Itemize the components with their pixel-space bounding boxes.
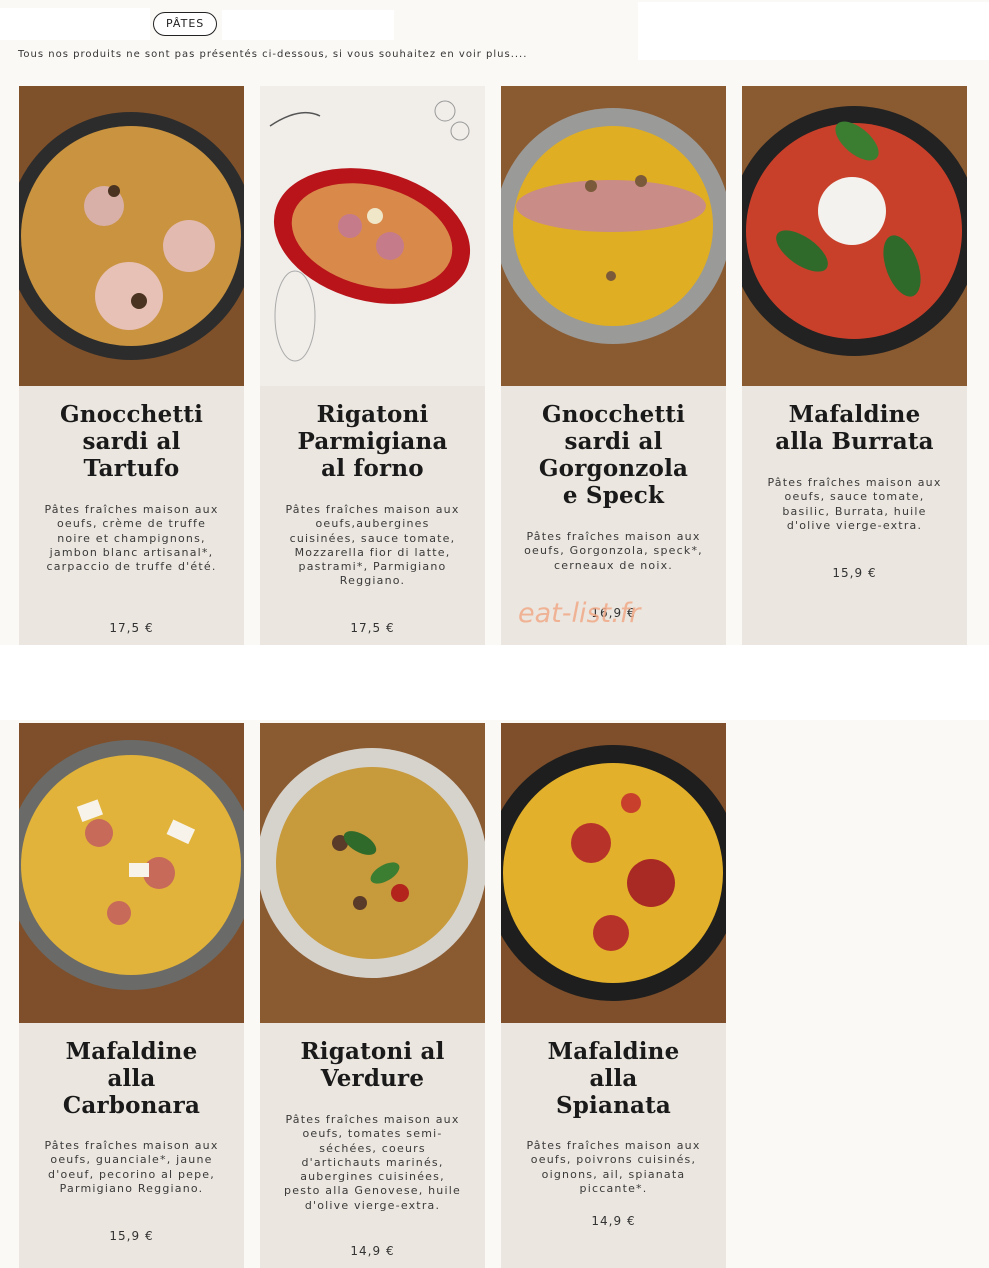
category-tab-pates[interactable]: PÂTES [153, 12, 218, 36]
product-card[interactable]: Mafaldine alla Spianata Pâtes fraîches m… [501, 723, 726, 1268]
product-name: Gnocchetti sardi al Tartufo [59, 401, 204, 482]
product-name: Rigatoni Parmigiana al forno [297, 401, 448, 482]
product-card[interactable]: Gnocchetti sardi al Gorgonzola e Speck P… [501, 86, 726, 645]
product-card[interactable]: Rigatoni Parmigiana al forno Pâtes fraîc… [260, 86, 485, 645]
product-card[interactable]: Gnocchetti sardi al Tartufo Pâtes fraîch… [19, 86, 244, 645]
product-card[interactable]: Mafaldine alla Burrata Pâtes fraîches ma… [742, 86, 967, 645]
product-description: Pâtes fraîches maison aux oeufs, poivron… [526, 1139, 701, 1195]
product-name: Mafaldine alla Carbonara [62, 1038, 201, 1119]
product-photo [501, 86, 726, 386]
product-photo [19, 86, 244, 386]
blank-panel [638, 2, 989, 60]
product-name: Rigatoni al Verdure [300, 1038, 445, 1092]
product-description: Pâtes fraîches maison aux oeufs,aubergin… [285, 503, 460, 588]
product-description: Pâtes fraîches maison aux oeufs, Gorgonz… [524, 530, 703, 572]
product-price: 15,9 € [109, 1229, 154, 1243]
product-card[interactable]: Rigatoni al Verdure Pâtes fraîches maiso… [260, 723, 485, 1268]
product-photo [19, 723, 244, 1023]
product-name: Mafaldine alla Spianata [547, 1038, 680, 1119]
product-photo [260, 723, 485, 1023]
product-card[interactable]: Mafaldine alla Carbonara Pâtes fraîches … [19, 723, 244, 1268]
product-name: Gnocchetti sardi al Gorgonzola e Speck [538, 401, 689, 509]
product-price: 15,9 € [832, 566, 877, 580]
product-description: Pâtes fraîches maison aux oeufs, guancia… [44, 1139, 219, 1195]
product-photo [260, 86, 485, 386]
product-photo [501, 723, 726, 1023]
product-price: 14,9 € [350, 1244, 395, 1258]
blank-panel [0, 8, 150, 40]
product-name: Mafaldine alla Burrata [775, 401, 934, 455]
watermark-text: eat-list.fr [518, 598, 641, 629]
product-description: Pâtes fraîches maison aux oeufs, crème d… [44, 503, 219, 574]
product-description: Pâtes fraîches maison aux oeufs, sauce t… [767, 476, 942, 532]
product-description: Pâtes fraîches maison aux oeufs, tomates… [284, 1113, 461, 1212]
product-price: 14,9 € [591, 1214, 636, 1228]
category-header: PÂTES Tous nos produits ne sont pas prés… [0, 0, 989, 80]
blank-panel [222, 10, 394, 40]
intro-text: Tous nos produits ne sont pas présentés … [18, 49, 528, 60]
product-price: 17,5 € [350, 621, 395, 635]
product-price: 17,5 € [109, 621, 154, 635]
product-photo [742, 86, 967, 386]
